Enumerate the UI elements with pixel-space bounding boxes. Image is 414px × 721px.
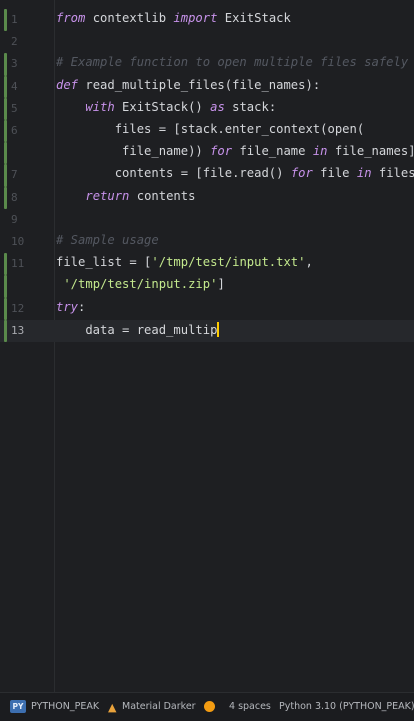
- line-number: 10: [11, 235, 25, 248]
- line-number: 5: [11, 101, 18, 115]
- code-text[interactable]: from contextlib import ExitStack: [56, 11, 291, 25]
- code-line[interactable]: 8 return contents: [0, 186, 414, 209]
- code-line[interactable]: 4 def read_multiple_files(file_names):: [0, 75, 414, 98]
- code-line[interactable]: 3 # Example function to open multiple fil…: [0, 53, 414, 76]
- code-token: file_name: [232, 144, 313, 159]
- line-number: 13: [11, 323, 25, 337]
- line-number: 2: [11, 35, 18, 49]
- code-token: file_name)): [56, 144, 211, 159]
- comment-token: # Sample usage: [56, 233, 159, 247]
- vcs-change-marker[interactable]: [4, 75, 7, 98]
- code-line[interactable]: 11 file_list = ['/tmp/test/input.txt',: [0, 253, 414, 276]
- keyword-token: def: [56, 77, 79, 92]
- code-token: files]: [378, 166, 414, 181]
- code-line[interactable]: file_name)) for file_name in file_names]: [0, 142, 414, 165]
- code-token: ExitStack: [217, 11, 291, 25]
- vcs-change-marker[interactable]: [4, 186, 7, 209]
- vcs-change-marker[interactable]: [4, 97, 7, 120]
- code-token: contents: [129, 188, 196, 203]
- vcs-change-marker[interactable]: [4, 253, 7, 276]
- line-number: 11: [11, 257, 25, 271]
- vcs-change-marker[interactable]: [4, 9, 7, 32]
- vcs-change-marker[interactable]: [4, 120, 7, 143]
- line-number: 7: [11, 168, 18, 182]
- code-text[interactable]: '/tmp/test/input.zip']: [56, 277, 225, 292]
- theme-name-widget[interactable]: Material Darker: [122, 701, 196, 712]
- string-token: '/tmp/test/input.zip': [63, 277, 218, 292]
- code-line[interactable]: 6 files = [stack.enter_context(open(: [0, 120, 414, 143]
- line-number: 9: [11, 212, 18, 226]
- indent-widget[interactable]: 4 spaces: [229, 701, 271, 712]
- vcs-change-marker[interactable]: [4, 142, 7, 165]
- code-editor[interactable]: 1 from contextlib import ExitStack 2 3 # Exa…: [0, 0, 414, 692]
- keyword-token: in: [356, 166, 372, 181]
- keyword-token: with: [85, 99, 115, 114]
- code-line[interactable]: '/tmp/test/input.zip']: [0, 275, 414, 298]
- keyword-token: as: [210, 99, 225, 114]
- code-text[interactable]: return contents: [56, 189, 195, 203]
- code-line[interactable]: 9: [0, 209, 414, 231]
- keyword-token: in: [312, 144, 328, 159]
- code-text[interactable]: try:: [56, 300, 85, 314]
- code-token: stack:: [224, 99, 277, 114]
- code-token: files = [stack.enter_context(open(: [56, 122, 365, 136]
- code-line[interactable]: 7 contents = [file.read() for file in fi…: [0, 164, 414, 187]
- code-text[interactable]: # Example function to open multiple file…: [56, 55, 408, 69]
- code-text[interactable]: contents = [file.read() for file in file…: [56, 166, 414, 180]
- code-text[interactable]: files = [stack.enter_context(open(: [56, 122, 365, 136]
- code-text[interactable]: with ExitStack() as stack:: [56, 100, 276, 114]
- code-text[interactable]: data = read_multip: [56, 321, 219, 337]
- line-number: 12: [11, 301, 25, 315]
- keyword-token: return: [85, 188, 130, 203]
- notification-dot-icon[interactable]: [204, 701, 215, 712]
- code-text[interactable]: # Sample usage: [56, 233, 159, 247]
- code-token: contents = [file.read(): [56, 166, 291, 181]
- code-line[interactable]: 1 from contextlib import ExitStack: [0, 9, 414, 32]
- code-text[interactable]: def read_multiple_files(file_names):: [56, 78, 320, 92]
- line-number: 4: [11, 79, 18, 93]
- code-token: :: [78, 299, 86, 314]
- code-token: contextlib: [85, 11, 174, 25]
- vcs-change-marker[interactable]: [4, 275, 7, 298]
- code-line[interactable]: 12 try:: [0, 297, 414, 320]
- code-line[interactable]: 13 data = read_multip: [0, 319, 414, 342]
- line-number: 3: [11, 57, 18, 71]
- code-token: file_names]: [327, 144, 414, 159]
- interpreter-widget[interactable]: Python 3.10 (PYTHON_PEAK): [279, 701, 414, 712]
- line-number: 8: [11, 190, 18, 204]
- code-line[interactable]: 10 # Sample usage: [0, 231, 414, 253]
- comment-token: # Example function to open multiple file…: [56, 55, 409, 70]
- code-token: data = read_multip: [56, 322, 218, 337]
- line-number: 6: [11, 124, 18, 137]
- keyword-token: for: [290, 166, 313, 181]
- keyword-token: import: [173, 11, 218, 25]
- theme-icon: ▲: [108, 701, 117, 714]
- vcs-change-marker[interactable]: [4, 164, 7, 187]
- keyword-token: for: [210, 144, 233, 159]
- code-line[interactable]: 2: [0, 31, 414, 53]
- status-bar: PY PYTHON_PEAK ▲ Material Darker 4 space…: [0, 692, 414, 721]
- keyword-token: try: [56, 299, 79, 314]
- code-line[interactable]: 5 with ExitStack() as stack:: [0, 97, 414, 120]
- keyword-token: from: [56, 11, 86, 25]
- vcs-change-marker[interactable]: [4, 297, 7, 320]
- code-text[interactable]: file_list = ['/tmp/test/input.txt',: [56, 255, 313, 269]
- code-text[interactable]: file_name)) for file_name in file_names]: [56, 144, 414, 158]
- project-name-widget[interactable]: PYTHON_PEAK: [31, 701, 99, 712]
- text-caret: [217, 321, 219, 337]
- string-token: '/tmp/test/input.txt': [151, 255, 306, 270]
- python-project-icon: PY: [10, 700, 26, 713]
- code-token: ,: [305, 255, 313, 270]
- line-number: 1: [11, 13, 18, 26]
- vcs-change-marker[interactable]: [4, 319, 7, 342]
- code-token: file_list = [: [56, 255, 152, 270]
- code-token: ]: [217, 277, 225, 292]
- code-token: file: [312, 166, 357, 181]
- code-token: read_multiple_files(file_names):: [78, 77, 321, 92]
- vcs-change-marker[interactable]: [4, 53, 7, 76]
- code-token: ExitStack(): [114, 99, 211, 114]
